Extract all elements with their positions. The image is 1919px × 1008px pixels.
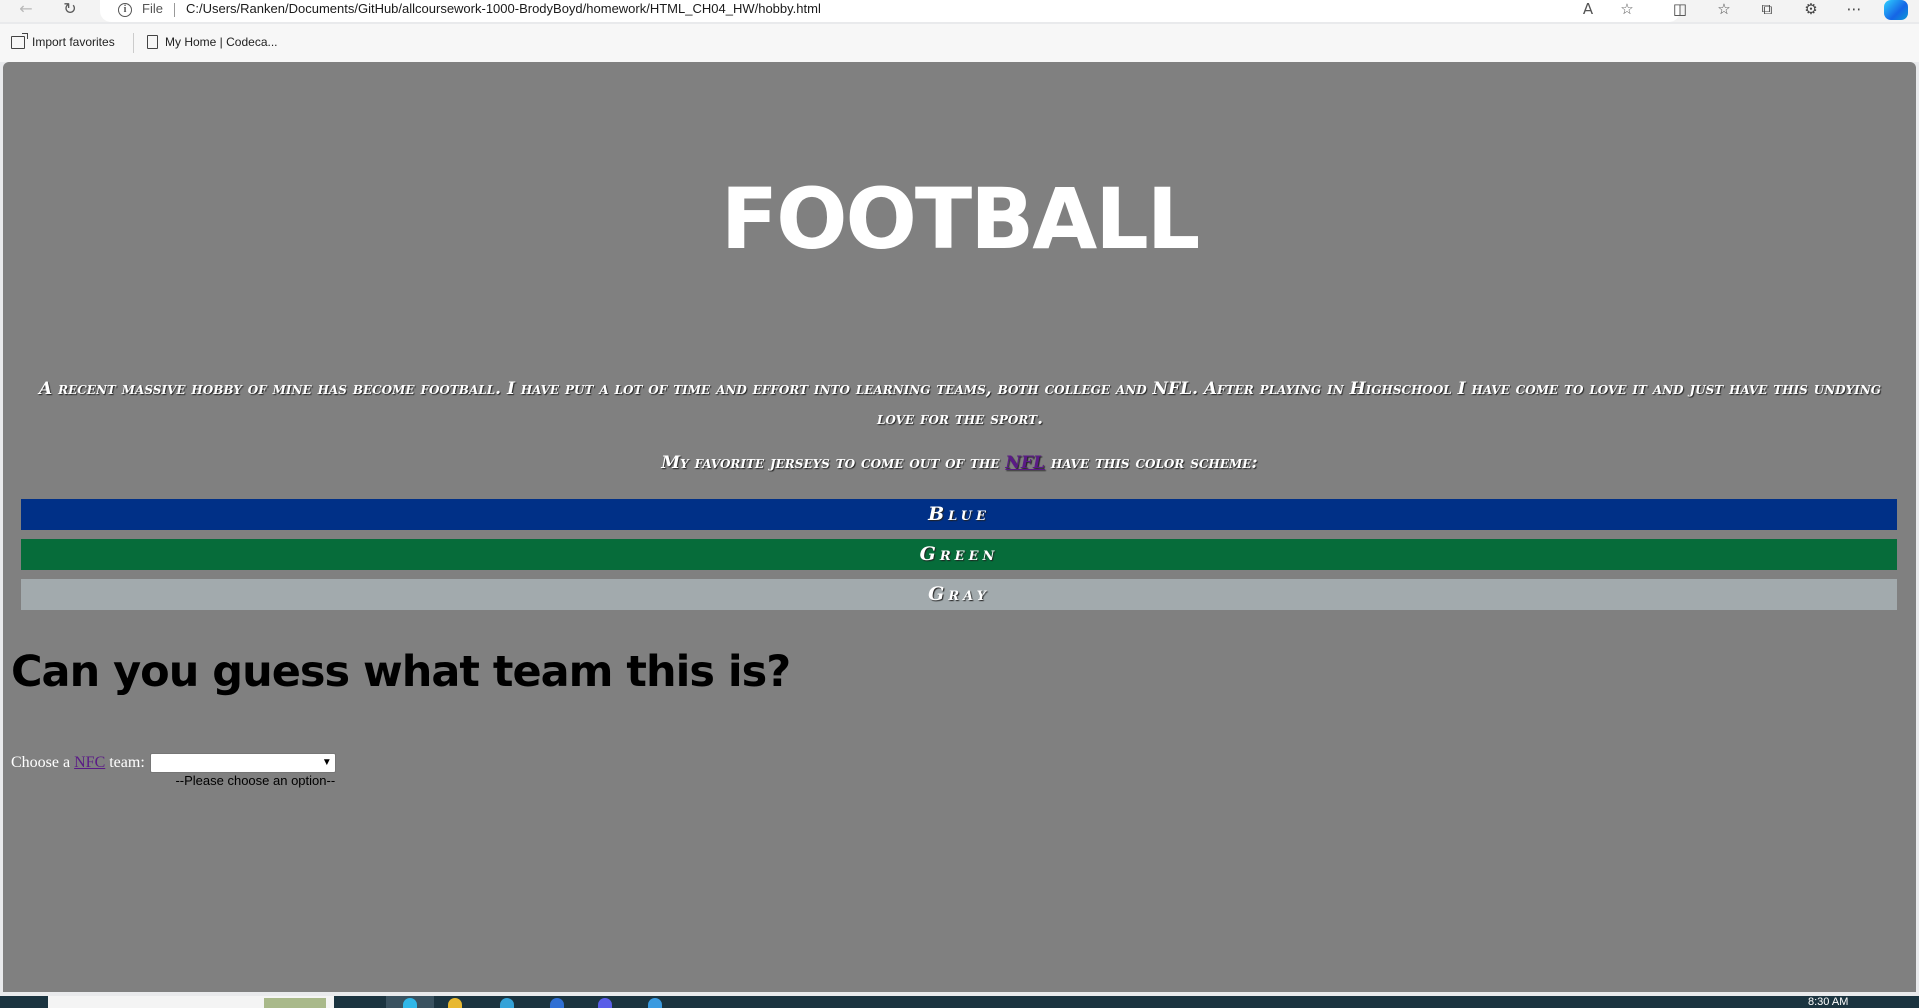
jersey-paragraph: My favorite jerseys to come out of the N… xyxy=(3,453,1916,473)
guess-heading: Can you guess what team this is? xyxy=(11,647,791,697)
jersey-prefix: My favorite jerseys to come out of the xyxy=(661,453,1006,473)
reload-icon[interactable]: ↻ xyxy=(58,0,82,20)
favorite-codecademy-label: My Home | Codeca... xyxy=(165,35,278,49)
taskbar: 8:30 AM xyxy=(0,996,1919,1008)
vscode-app-icon[interactable] xyxy=(550,998,564,1008)
page-title: FOOTBALL xyxy=(720,170,1201,268)
app-icon[interactable] xyxy=(648,998,662,1008)
favorites-icon[interactable]: ☆ xyxy=(1710,0,1738,20)
back-arrow-icon[interactable]: ← xyxy=(14,0,38,20)
import-favorites[interactable]: Import favorites xyxy=(11,32,115,49)
color-bar-blue: Blue xyxy=(21,499,1897,530)
read-aloud-icon[interactable]: A xyxy=(1576,0,1600,20)
chevron-down-icon: ▼ xyxy=(321,757,332,768)
page-viewport: FOOTBALL A recent massive hobby of mine … xyxy=(3,62,1916,992)
nfl-link[interactable]: NFL xyxy=(1005,453,1045,473)
file-explorer-icon[interactable] xyxy=(448,998,462,1008)
favorites-bar: Import favorites My Home | Codeca... xyxy=(0,24,1919,62)
team-select-value: --Please choose an option-- xyxy=(175,773,336,788)
team-select[interactable]: --Please choose an option-- ▼ xyxy=(149,753,336,788)
teams-app-icon[interactable] xyxy=(598,998,612,1008)
favorite-codecademy[interactable]: My Home | Codeca... xyxy=(147,35,278,49)
color-bar-green: Green xyxy=(21,539,1897,570)
choose-prefix: Choose a xyxy=(11,754,75,771)
collections-icon[interactable]: ⧉ xyxy=(1753,0,1781,20)
file-label: File xyxy=(142,1,163,16)
more-options-icon[interactable]: ⋯ xyxy=(1840,0,1868,20)
favorites-divider xyxy=(133,33,134,53)
address-separator xyxy=(174,3,175,17)
import-icon xyxy=(11,32,28,49)
team-chooser: Choose a NFC team: --Please choose an op… xyxy=(11,753,336,788)
store-app-icon[interactable] xyxy=(500,998,514,1008)
favorite-star-icon[interactable]: ☆ xyxy=(1615,0,1639,20)
choose-suffix: team: xyxy=(105,754,145,771)
taskbar-clock[interactable]: 8:30 AM xyxy=(1808,996,1848,1008)
page-icon xyxy=(147,35,158,49)
info-icon[interactable]: i xyxy=(118,3,132,17)
copilot-icon[interactable] xyxy=(1884,0,1908,20)
split-screen-icon[interactable]: ◫ xyxy=(1666,0,1694,20)
color-bar-gray: Gray xyxy=(21,579,1897,610)
address-bar[interactable]: i File C:/Users/Ranken/Documents/GitHub/… xyxy=(100,0,1680,22)
import-favorites-label: Import favorites xyxy=(32,35,115,49)
extensions-icon[interactable]: ⚙ xyxy=(1797,0,1825,20)
taskbar-widget[interactable] xyxy=(264,998,326,1008)
jersey-suffix: have this color scheme: xyxy=(1044,453,1258,473)
url-text[interactable]: C:/Users/Ranken/Documents/GitHub/allcour… xyxy=(186,1,821,16)
nfc-link[interactable]: NFC xyxy=(74,754,105,772)
edge-app-icon[interactable] xyxy=(403,998,417,1008)
intro-paragraph: A recent massive hobby of mine has becom… xyxy=(39,379,1881,429)
address-bar-row: ← ↻ i File C:/Users/Ranken/Documents/Git… xyxy=(0,0,1919,22)
